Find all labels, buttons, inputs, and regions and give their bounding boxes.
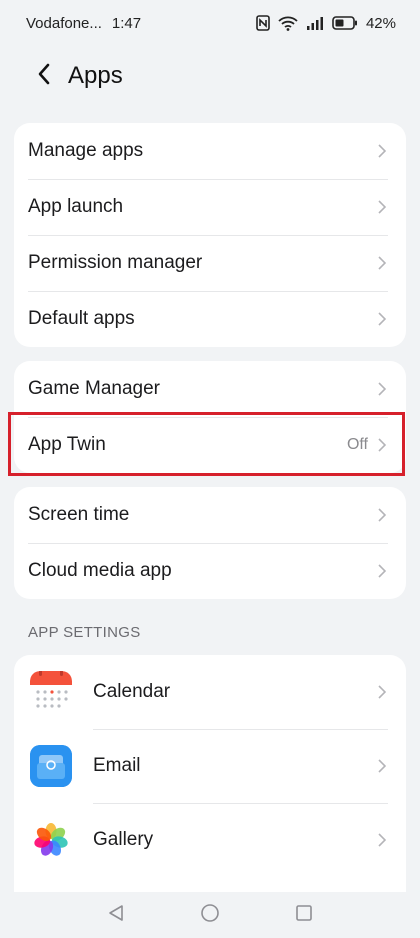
game-twin-card: Game Manager App Twin Off [14,361,406,473]
gallery-icon [30,819,72,861]
chevron-right-icon [376,563,388,579]
back-arrow-icon [37,63,51,90]
email-app-item[interactable]: Email [14,729,406,803]
cloud-media-app-item[interactable]: Cloud media app [14,543,406,599]
chevron-right-icon [376,199,388,215]
manage-apps-item[interactable]: Manage apps [14,123,406,179]
battery-icon [332,16,358,30]
navigation-bar [0,892,420,938]
back-button[interactable] [24,56,64,96]
permission-manager-item[interactable]: Permission manager [14,235,406,291]
signal-icon [306,16,324,30]
page-title: Apps [68,62,123,89]
screen-time-card: Screen time Cloud media app [14,487,406,599]
status-bar: Vodafone... 1:47 42% [0,0,420,46]
cloud-media-app-label: Cloud media app [28,560,172,581]
app-settings-section-title: APP SETTINGS [28,624,141,641]
calendar-app-item[interactable]: Calendar [14,655,406,729]
screen-time-label: Screen time [28,504,130,525]
clock: 1:47 [111,14,142,32]
chevron-right-icon [376,381,388,397]
chevron-right-icon [376,255,388,271]
wifi-icon [278,15,298,31]
manage-apps-label: Manage apps [28,140,144,161]
app-twin-status: Off [346,436,368,453]
screen-time-item[interactable]: Screen time [14,487,406,543]
nav-back-button[interactable] [101,900,131,930]
carrier-name: Vodafone... [26,14,102,32]
chevron-right-icon [376,507,388,523]
chevron-right-icon [376,311,388,327]
game-manager-label: Game Manager [28,378,161,399]
app-settings-card: Calendar Email Gallery [14,655,406,892]
nav-recents-button[interactable] [289,900,319,930]
chevron-right-icon [376,684,388,700]
app-launch-item[interactable]: App launch [14,179,406,235]
permission-manager-label: Permission manager [28,252,203,273]
triangle-back-icon [107,904,125,927]
app-twin-item[interactable]: App Twin Off [14,417,406,473]
app-twin-label: App Twin [28,434,106,455]
nfc-icon [256,15,270,31]
chevron-right-icon [376,437,388,453]
battery-percent: 42% [365,14,396,32]
nav-home-button[interactable] [195,900,225,930]
email-icon [30,745,72,787]
circle-home-icon [200,903,220,928]
chevron-right-icon [376,143,388,159]
gallery-app-item[interactable]: Gallery [14,803,406,877]
default-apps-label: Default apps [28,308,135,329]
email-label: Email [93,755,141,776]
square-recents-icon [295,904,313,927]
app-launch-label: App launch [28,196,124,217]
calendar-icon [30,671,72,713]
chevron-right-icon [376,758,388,774]
game-manager-item[interactable]: Game Manager [14,361,406,417]
apps-management-card: Manage apps App launch Permission manage… [14,123,406,347]
calendar-label: Calendar [93,681,171,702]
default-apps-item[interactable]: Default apps [14,291,406,347]
chevron-right-icon [376,832,388,848]
header: Apps [0,52,420,100]
gallery-label: Gallery [93,829,154,850]
